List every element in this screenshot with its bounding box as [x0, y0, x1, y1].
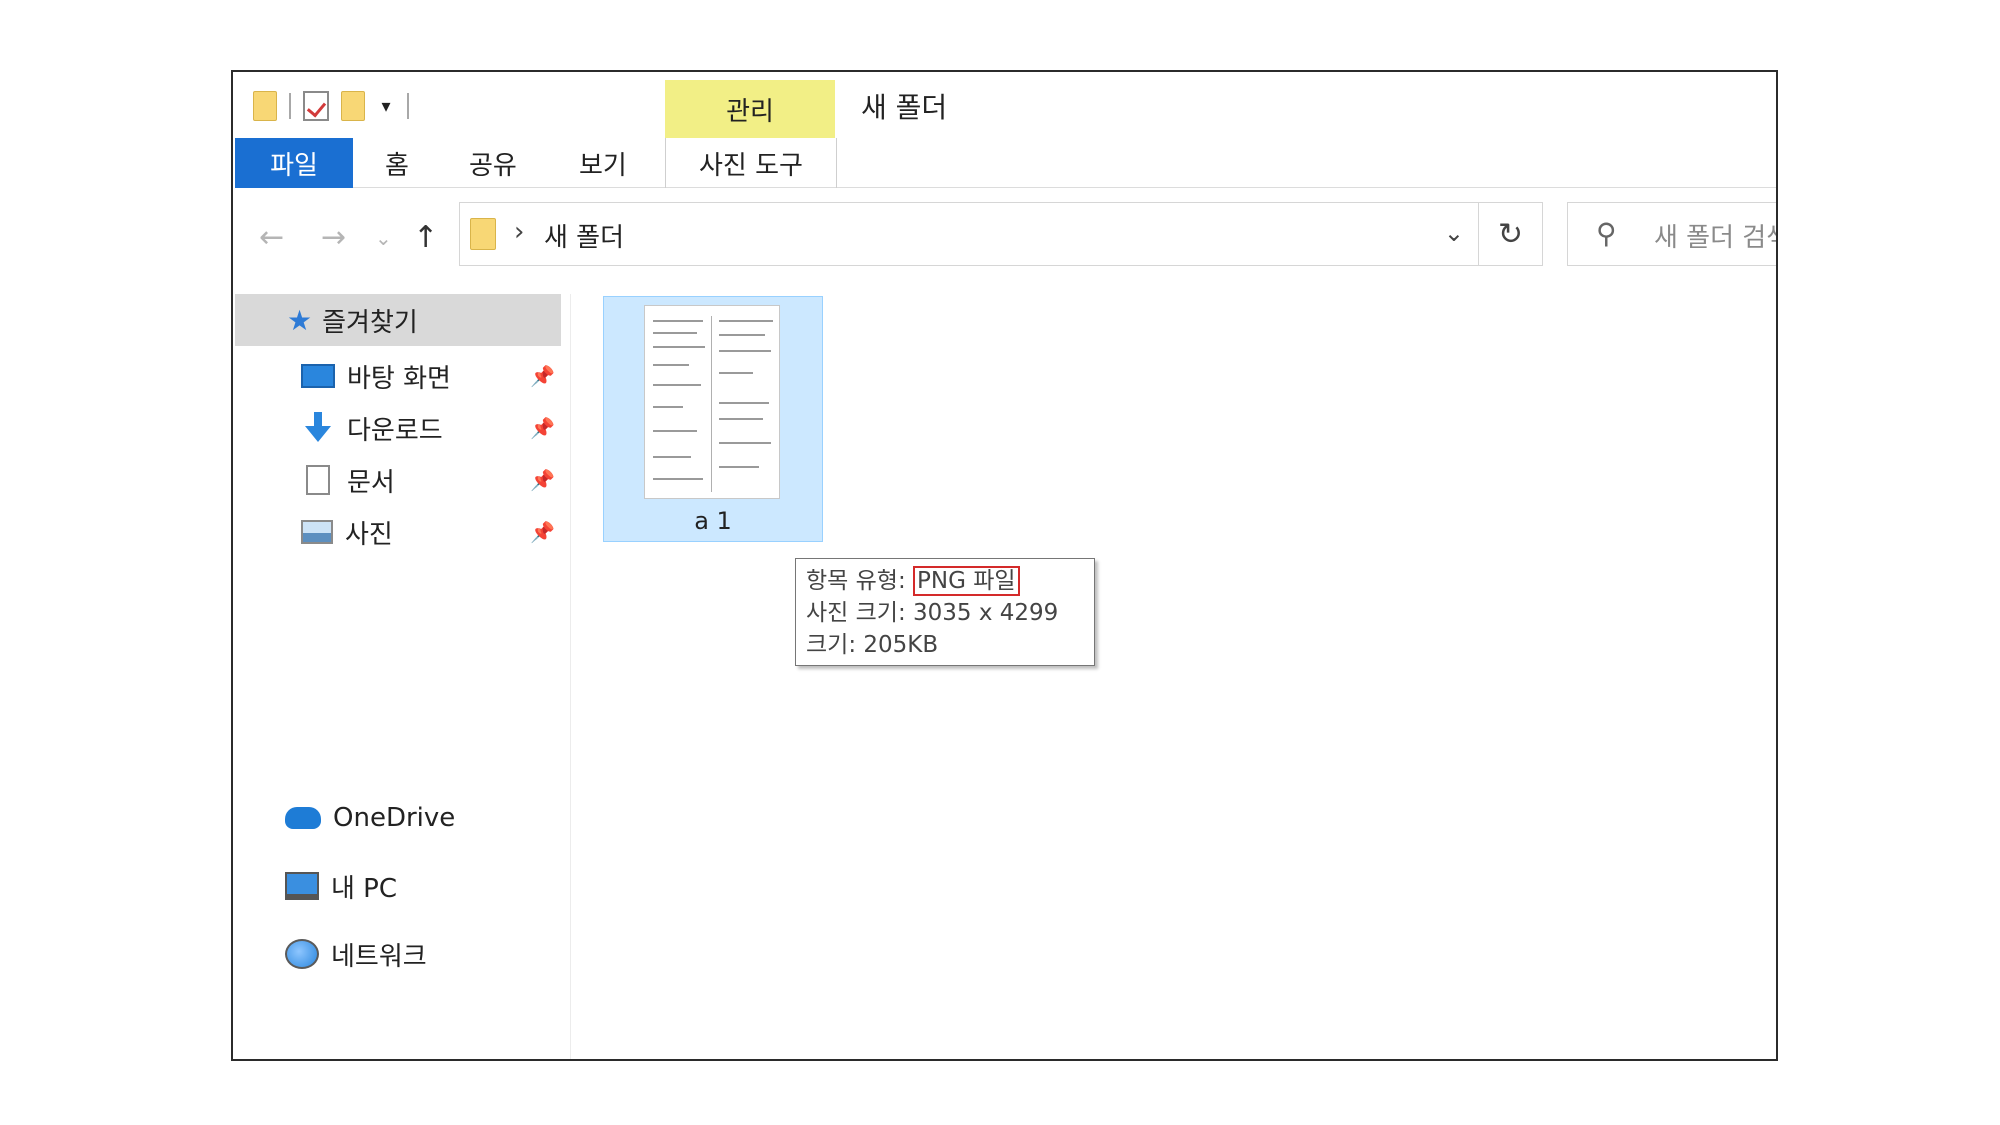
tooltip-type-label: 항목 유형: [806, 568, 914, 594]
tab-home[interactable]: 홈 [385, 138, 409, 188]
thumbnail-text-line [653, 320, 703, 322]
nav-item-documents[interactable]: 문서 📌 [301, 460, 561, 500]
tooltip-dimensions: 사진 크기: 3035 x 4299 [806, 600, 1059, 626]
thumbnail-text-line [719, 402, 769, 404]
refresh-icon: ↻ [1497, 216, 1524, 252]
file-name-label: a 1 [694, 507, 732, 535]
navigation-pane: ★ 즐겨찾기 바탕 화면 📌 다운로드 📌 문서 📌 사진 📌 OneDrive [235, 294, 571, 1059]
pc-icon [285, 872, 319, 900]
toolbar-separator [289, 93, 291, 119]
nav-item-label: 다운로드 [347, 415, 443, 446]
pin-icon: 📌 [530, 364, 555, 388]
forward-arrow-icon[interactable]: → [321, 220, 346, 255]
thumbnail-text-line [719, 350, 771, 352]
new-folder-icon[interactable] [341, 91, 365, 121]
tooltip-type-value: PNG 파일 [913, 566, 1020, 596]
nav-item-desktop[interactable]: 바탕 화면 📌 [301, 356, 561, 396]
network-icon [285, 939, 319, 969]
thumbnail-text-line [719, 372, 753, 374]
nav-item-pictures[interactable]: 사진 📌 [301, 512, 561, 552]
toolbar-separator [407, 93, 409, 119]
download-icon [301, 412, 335, 444]
nav-item-this-pc[interactable]: 내 PC [285, 866, 397, 906]
search-icon: ⚲ [1596, 217, 1617, 250]
breadcrumb-new-folder[interactable]: 새 폴더 [544, 217, 624, 254]
search-box[interactable]: ⚲ 새 폴더 검색 [1567, 202, 1778, 266]
nav-item-onedrive[interactable]: OneDrive [285, 798, 455, 838]
nav-quick-access[interactable]: ★ 즐겨찾기 [235, 294, 561, 346]
tab-manage-label: 관리 [726, 96, 774, 127]
thumbnail-divider [711, 316, 712, 492]
tooltip-type-row: 항목 유형: PNG 파일 [806, 565, 1084, 597]
recent-locations-chevron-icon[interactable]: ⌄ [375, 226, 392, 250]
thumbnail-text-line [653, 384, 701, 386]
nav-item-label: OneDrive [333, 803, 456, 833]
documents-icon [306, 465, 330, 495]
thumbnail-text-line [719, 334, 765, 336]
file-item-a1[interactable]: a 1 [603, 296, 823, 542]
address-bar[interactable]: › 새 폴더 ⌄ [459, 202, 1479, 266]
ribbon-tabs: 파일 홈 공유 보기 사진 도구 [235, 138, 1776, 188]
tab-manage[interactable]: 관리 [665, 80, 835, 138]
file-info-tooltip: 항목 유형: PNG 파일 사진 크기: 3035 x 4299 크기: 205… [795, 558, 1095, 666]
thumbnail-text-line [653, 364, 689, 366]
address-folder-icon [470, 218, 496, 250]
nav-item-label: 문서 [347, 467, 395, 498]
breadcrumb-chevron-icon[interactable]: › [514, 217, 524, 247]
nav-item-network[interactable]: 네트워크 [285, 934, 427, 974]
pictures-icon [301, 520, 333, 544]
desktop-icon [301, 364, 335, 388]
quick-access-toolbar: ▾ [253, 86, 409, 126]
file-thumbnail [644, 305, 780, 499]
back-arrow-icon[interactable]: ← [259, 220, 284, 255]
thumbnail-text-line [653, 478, 703, 480]
thumbnail-text-line [653, 456, 691, 458]
tab-file[interactable]: 파일 [235, 138, 353, 188]
quick-access-star-icon: ★ [287, 303, 313, 337]
tab-picture-tools[interactable]: 사진 도구 [665, 138, 837, 188]
pin-icon: 📌 [530, 468, 555, 492]
file-explorer-window: ▾ 관리 새 폴더 파일 홈 공유 보기 사진 도구 ← → ⌄ ↑ › 새 폴… [231, 70, 1778, 1061]
thumbnail-text-line [653, 332, 697, 334]
address-dropdown-icon[interactable]: ⌄ [1444, 219, 1464, 247]
nav-quick-access-label: 즐겨찾기 [322, 307, 418, 338]
pin-icon: 📌 [530, 520, 555, 544]
thumbnail-text-line [653, 346, 705, 348]
tab-share[interactable]: 공유 [469, 138, 517, 188]
thumbnail-text-line [719, 418, 763, 420]
tooltip-size: 크기: 205KB [806, 632, 939, 658]
folder-icon[interactable] [253, 91, 277, 121]
customize-toolbar-dropdown-icon[interactable]: ▾ [377, 96, 395, 117]
onedrive-icon [285, 807, 321, 829]
up-arrow-icon[interactable]: ↑ [413, 220, 438, 255]
tab-view[interactable]: 보기 [579, 138, 627, 188]
thumbnail-text-line [719, 466, 759, 468]
refresh-button[interactable]: ↻ [1479, 202, 1543, 266]
search-placeholder: 새 폴더 검색 [1654, 223, 1778, 253]
window-title: 새 폴더 [861, 91, 948, 124]
nav-item-label: 네트워크 [331, 941, 427, 972]
nav-item-label: 내 PC [331, 873, 398, 904]
nav-item-downloads[interactable]: 다운로드 📌 [301, 408, 561, 448]
thumbnail-text-line [719, 442, 771, 444]
nav-item-label: 사진 [345, 519, 393, 550]
properties-check-icon[interactable] [303, 91, 329, 121]
thumbnail-text-line [653, 430, 697, 432]
thumbnail-text-line [719, 320, 773, 322]
thumbnail-text-line [653, 406, 683, 408]
pin-icon: 📌 [530, 416, 555, 440]
nav-item-label: 바탕 화면 [347, 363, 451, 394]
